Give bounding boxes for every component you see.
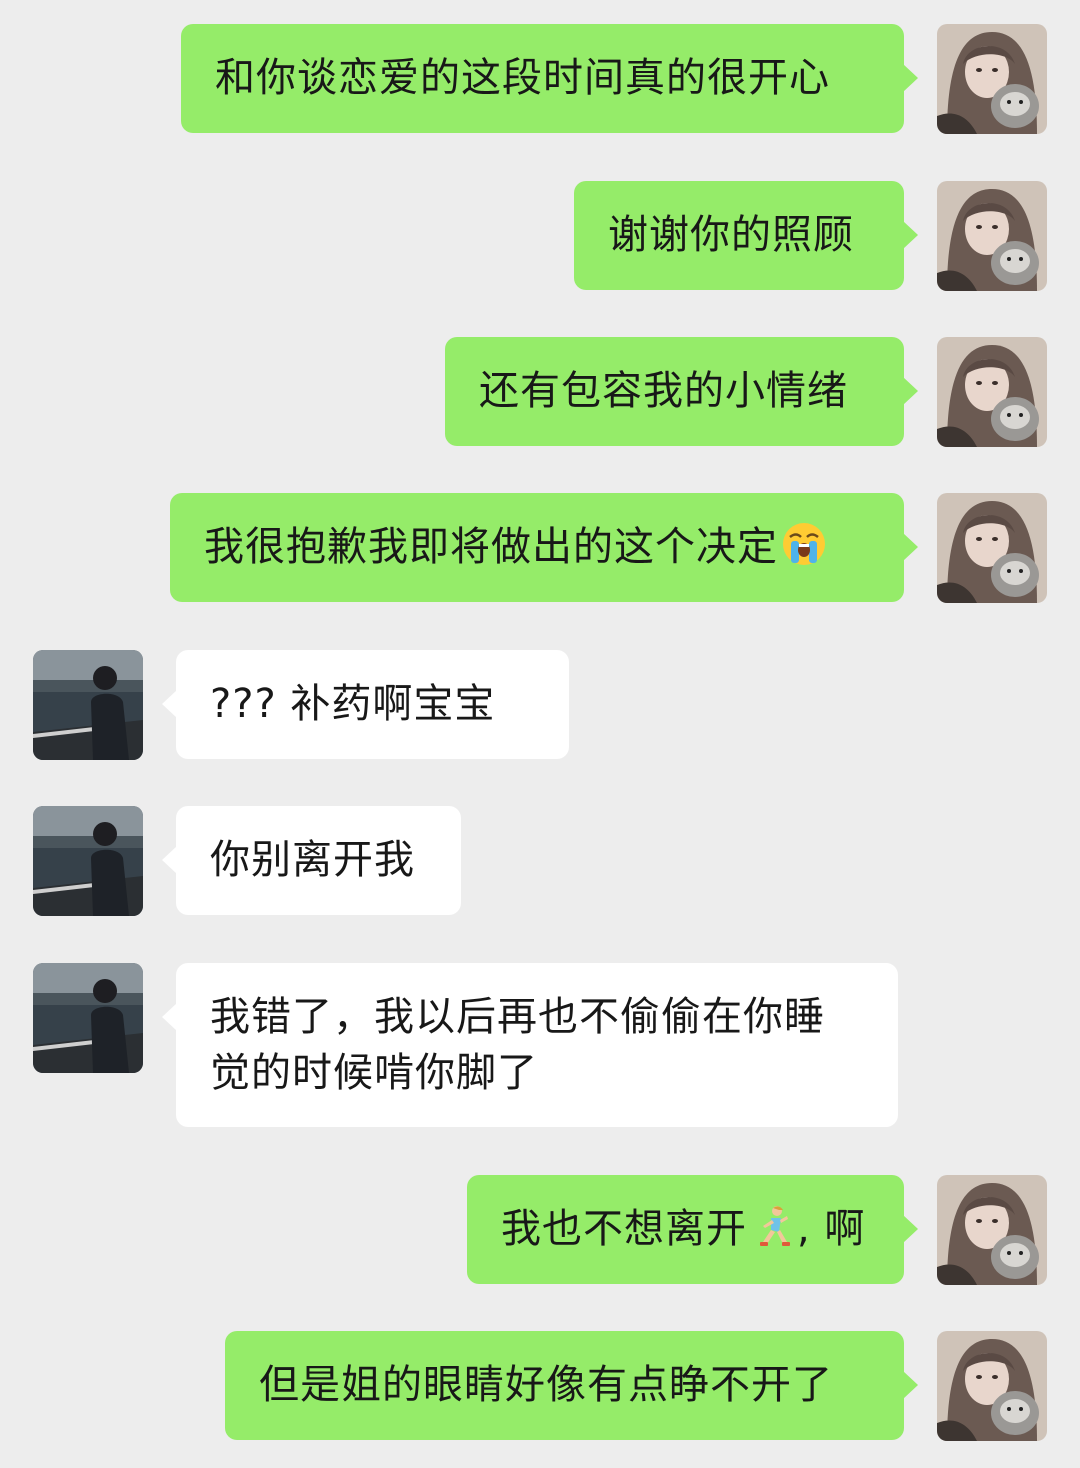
my-avatar[interactable] [937,1175,1047,1285]
message-text: 我错了，我以后再也不偷偷在你睡觉的时候啃你脚了 [210,994,825,1096]
message-text: 和你谈恋爱的这段时间真的很开心 [215,55,830,101]
message-bubble-sent[interactable]: 和你谈恋爱的这段时间真的很开心 [181,24,918,133]
boy-by-sea-avatar-icon [33,650,143,760]
my-avatar[interactable] [937,24,1047,134]
loudly-crying-face-icon [780,520,828,568]
message-text: ??? 补药啊宝宝 [210,681,496,727]
message-text: 谢谢你的照顾 [608,212,854,258]
message-text-before-emoji: 我也不想离开 [501,1206,747,1252]
my-avatar[interactable] [937,181,1047,291]
running-woman-icon [749,1202,797,1250]
girl-with-cat-avatar-icon [937,337,1047,447]
message-bubble-received[interactable]: 你别离开我 [162,806,461,915]
girl-with-cat-avatar-icon [937,181,1047,291]
girl-with-cat-avatar-icon [937,24,1047,134]
message-bubble-sent[interactable]: 但是姐的眼睛好像有点睁不开了 [225,1331,918,1440]
message-text: 你别离开我 [210,837,415,883]
message-bubble-received[interactable]: ??? 补药啊宝宝 [162,650,569,759]
message-bubble-sent[interactable]: 我也不想离开 , 啊 [467,1175,918,1284]
message-bubble-sent[interactable]: 还有包容我的小情绪 [445,337,918,446]
boy-by-sea-avatar-icon [33,963,143,1073]
my-avatar[interactable] [937,1331,1047,1441]
chat-message-list[interactable]: 和你谈恋爱的这段时间真的很开心 谢谢你的照顾 还有包容我的小情绪 我很抱歉我即将… [0,0,1080,1468]
message-text-after-emoji: , 啊 [797,1206,866,1252]
message-bubble-received[interactable]: 我错了，我以后再也不偷偷在你睡觉的时候啃你脚了 [162,963,898,1127]
boy-by-sea-avatar-icon [33,806,143,916]
contact-avatar[interactable] [33,650,143,760]
message-bubble-sent[interactable]: 我很抱歉我即将做出的这个决定 [170,493,918,602]
message-text: 但是姐的眼睛好像有点睁不开了 [259,1362,833,1408]
girl-with-cat-avatar-icon [937,493,1047,603]
my-avatar[interactable] [937,337,1047,447]
contact-avatar[interactable] [33,806,143,916]
message-text: 还有包容我的小情绪 [479,368,848,414]
girl-with-cat-avatar-icon [937,1331,1047,1441]
message-text: 我很抱歉我即将做出的这个决定 [204,524,778,570]
contact-avatar[interactable] [33,963,143,1073]
my-avatar[interactable] [937,493,1047,603]
message-bubble-sent[interactable]: 谢谢你的照顾 [574,181,918,290]
girl-with-cat-avatar-icon [937,1175,1047,1285]
